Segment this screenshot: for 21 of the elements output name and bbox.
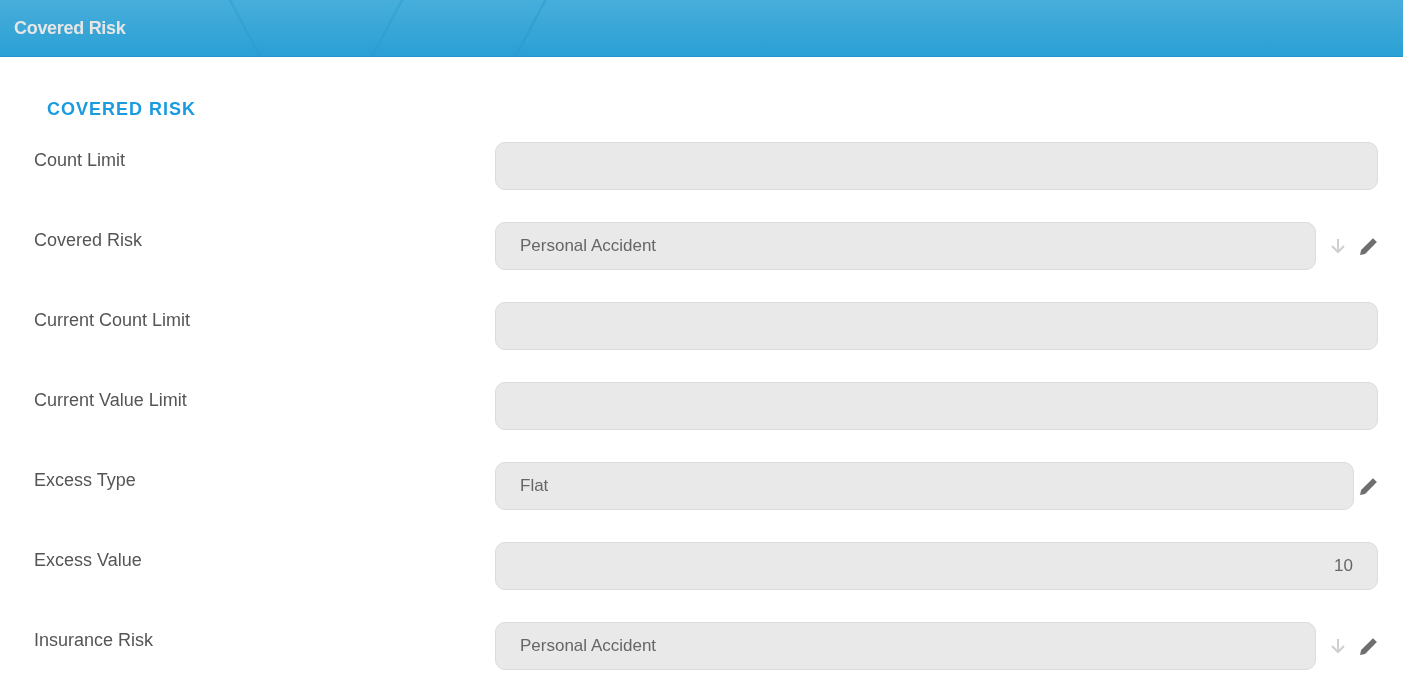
field-label: Excess Type bbox=[34, 469, 137, 492]
window-title: Covered Risk bbox=[14, 17, 126, 39]
input-field[interactable] bbox=[495, 142, 1378, 190]
input-field[interactable] bbox=[495, 302, 1378, 350]
field-label: Insurance Risk bbox=[34, 629, 155, 652]
section-title: COVERED RISK bbox=[46, 99, 198, 120]
input-field[interactable]: Flat bbox=[495, 462, 1354, 510]
pencil-icon[interactable] bbox=[1360, 637, 1378, 655]
pencil-icon[interactable] bbox=[1360, 237, 1378, 255]
pencil-icon[interactable] bbox=[1360, 477, 1378, 495]
arrow-down-icon[interactable] bbox=[1330, 238, 1346, 254]
input-field[interactable] bbox=[495, 382, 1378, 430]
field-label: Count Limit bbox=[34, 149, 127, 172]
field-label: Current Count Limit bbox=[34, 309, 192, 332]
field-label: Covered Risk bbox=[34, 229, 144, 252]
field-label: Excess Value bbox=[34, 549, 143, 572]
arrow-down-icon[interactable] bbox=[1330, 638, 1346, 654]
input-field[interactable]: Personal Accident bbox=[495, 622, 1316, 670]
field-label: Current Value Limit bbox=[34, 389, 188, 412]
input-field[interactable]: Personal Accident bbox=[495, 222, 1316, 270]
input-field[interactable]: 10 bbox=[495, 542, 1378, 590]
